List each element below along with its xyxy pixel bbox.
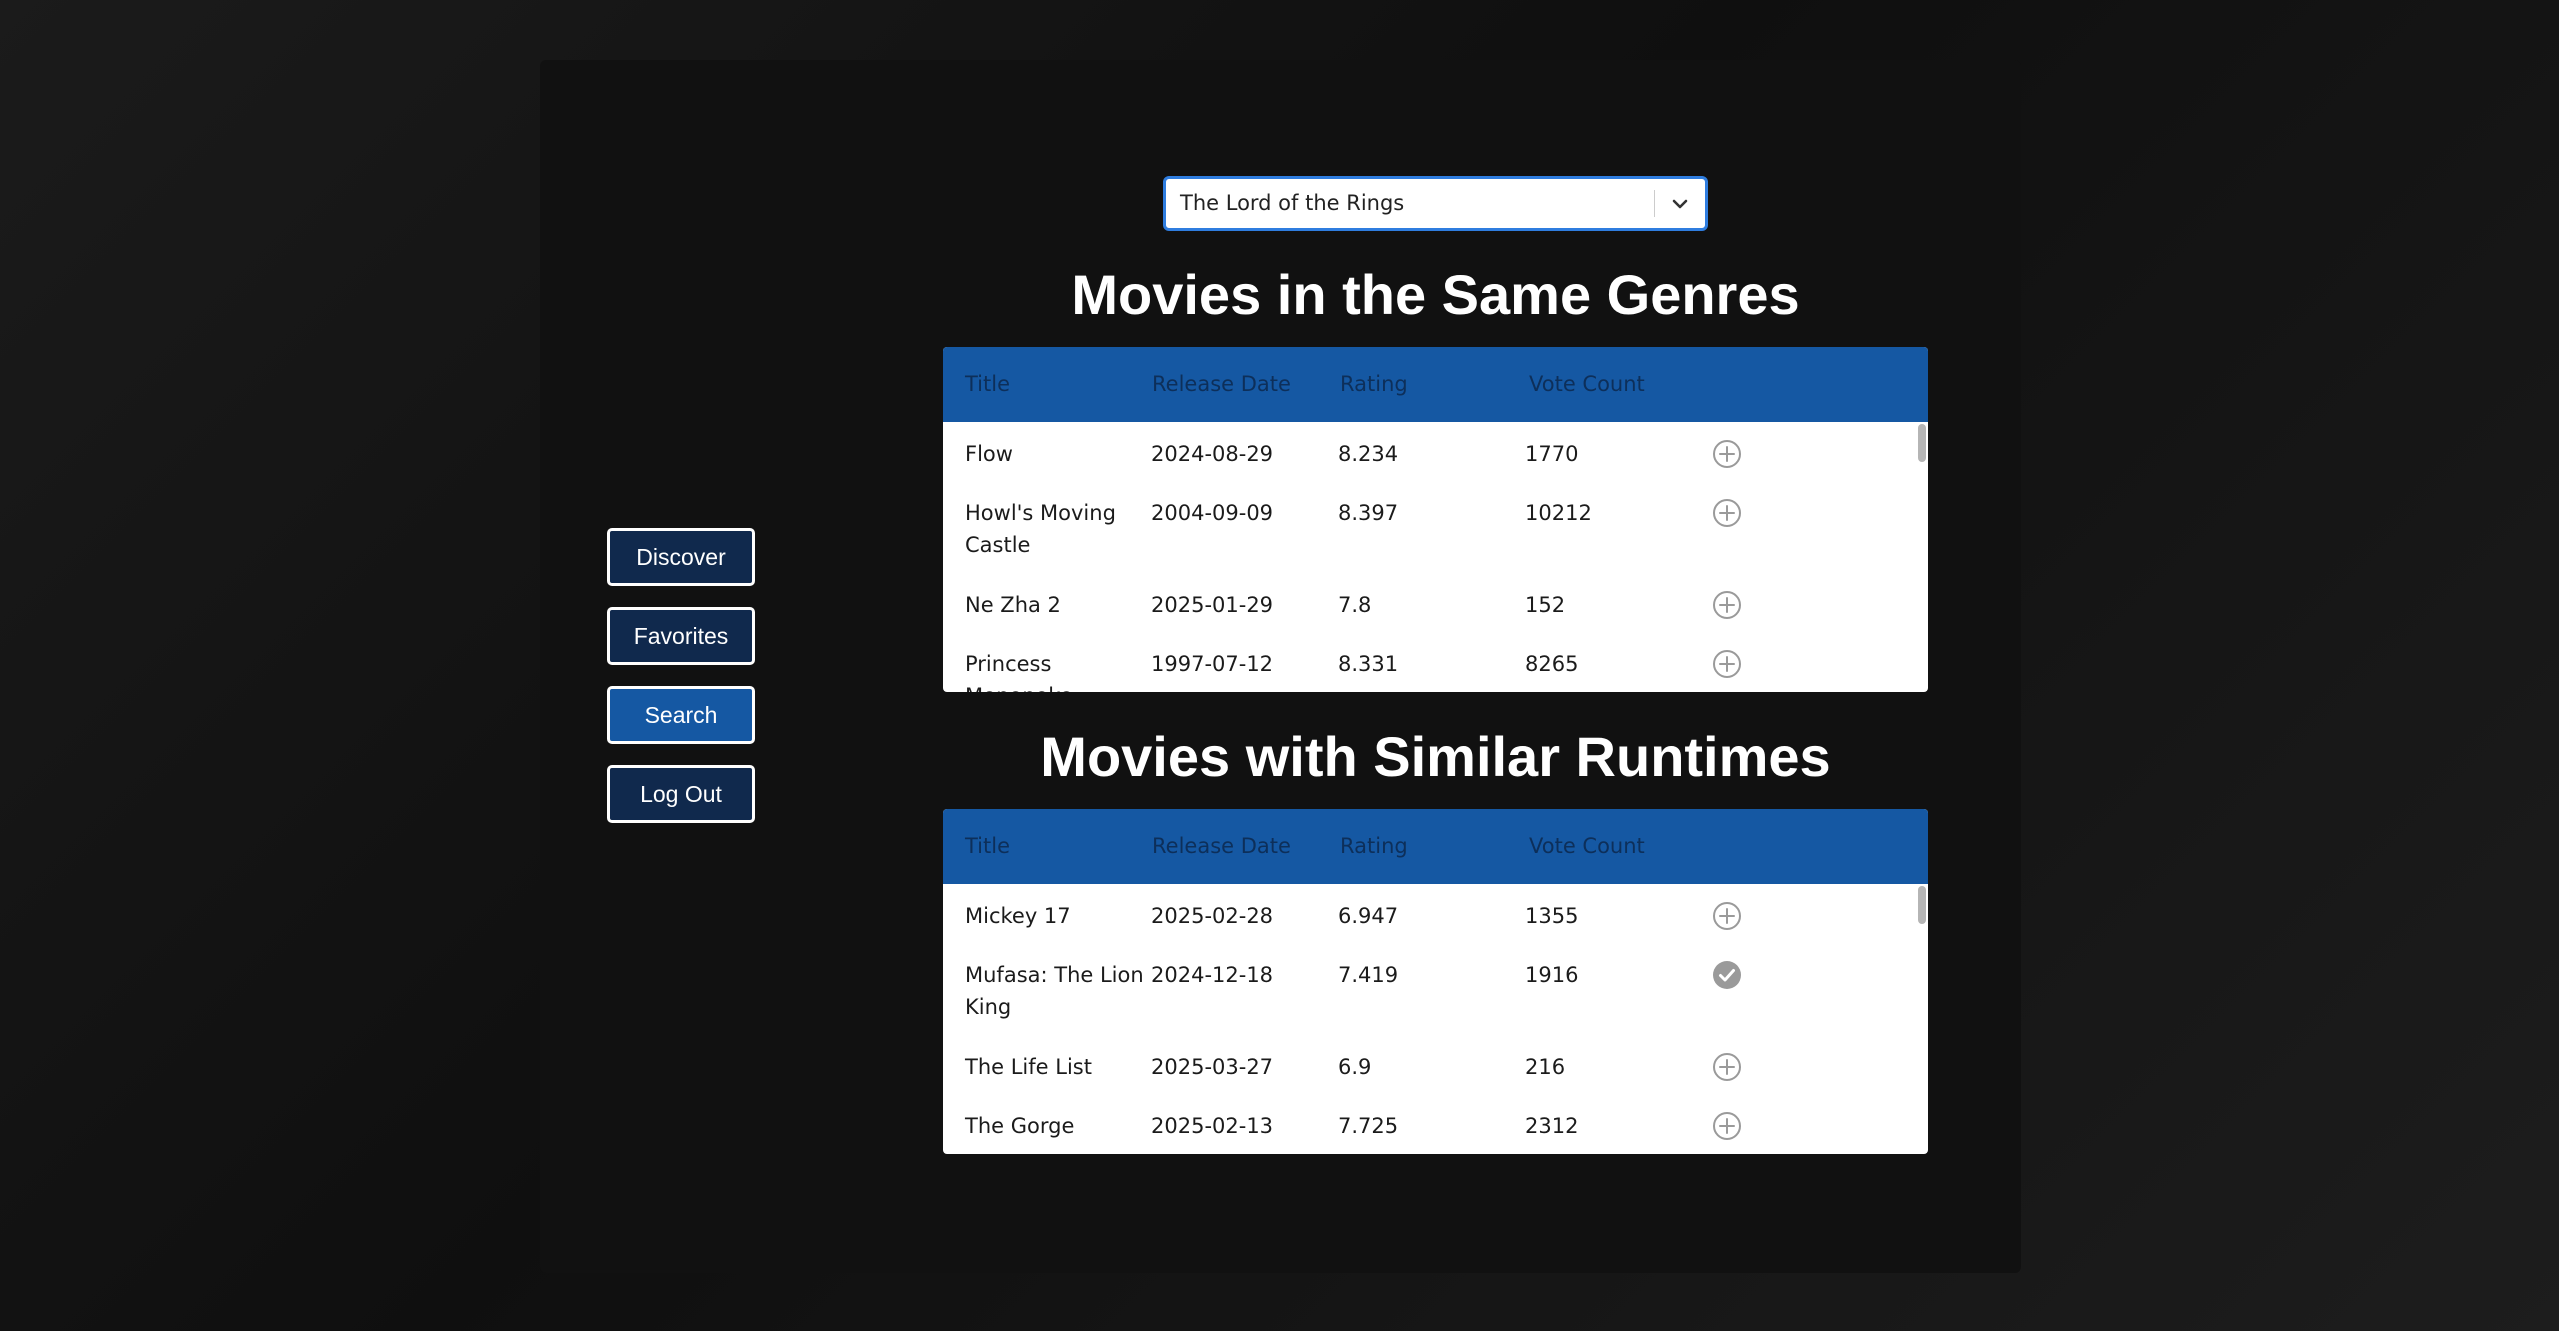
cell-release-date: 2025-03-27 [1151, 1055, 1274, 1079]
column-title[interactable]: Title [965, 809, 1010, 884]
cell-vote-count: 10212 [1525, 501, 1592, 525]
column-vote-count[interactable]: Vote Count [1529, 347, 1645, 422]
cell-vote-count: 216 [1525, 1055, 1566, 1079]
add-icon[interactable] [1712, 439, 1742, 469]
table-header: Title Release Date Rating Vote Count [943, 809, 1928, 884]
discover-button[interactable]: Discover [607, 528, 755, 586]
column-title[interactable]: Title [965, 347, 1010, 422]
cell-release-date: 2025-02-28 [1151, 904, 1274, 928]
cell-title: Mufasa: The Lion King [965, 963, 1144, 1019]
scrollbar-thumb[interactable] [1918, 424, 1926, 462]
cell-title: Ne Zha 2 [965, 593, 1061, 617]
movie-select[interactable]: The Lord of the Rings [1164, 177, 1707, 230]
similar-runtimes-heading: Movies with Similar Runtimes [1040, 725, 1831, 788]
column-release-date[interactable]: Release Date [1152, 347, 1291, 422]
table-header: Title Release Date Rating Vote Count [943, 347, 1928, 422]
column-rating[interactable]: Rating [1340, 347, 1408, 422]
logout-button[interactable]: Log Out [607, 765, 755, 823]
select-separator [1654, 190, 1655, 217]
column-vote-count[interactable]: Vote Count [1529, 809, 1645, 884]
table-body[interactable]: Flow 2024-08-29 8.234 1770 Howl's Moving Cas… [943, 422, 1928, 692]
cell-vote-count: 152 [1525, 593, 1566, 617]
add-icon[interactable] [1712, 1052, 1742, 1082]
similar-runtimes-table: Title Release Date Rating Vote Count Mic… [943, 809, 1928, 1154]
cell-release-date: 2004-09-09 [1151, 501, 1274, 525]
add-icon[interactable] [1712, 498, 1742, 528]
column-rating[interactable]: Rating [1340, 809, 1408, 884]
cell-rating: 8.397 [1338, 501, 1399, 525]
same-genres-heading: Movies in the Same Genres [1071, 263, 1800, 326]
chevron-down-icon[interactable] [1665, 189, 1695, 219]
cell-release-date: 2024-08-29 [1151, 442, 1274, 466]
cell-release-date: 2025-01-29 [1151, 593, 1274, 617]
cell-rating: 7.419 [1338, 963, 1399, 987]
cell-title: Flow [965, 442, 1013, 466]
cell-vote-count: 8265 [1525, 652, 1579, 676]
favorites-button[interactable]: Favorites [607, 607, 755, 665]
add-icon[interactable] [1712, 901, 1742, 931]
search-button[interactable]: Search [607, 686, 755, 744]
cell-title: Howl's Moving Castle [965, 501, 1116, 557]
scrollbar-thumb[interactable] [1918, 886, 1926, 924]
add-icon[interactable] [1712, 1111, 1742, 1141]
cell-rating: 7.8 [1338, 593, 1372, 617]
cell-vote-count: 1770 [1525, 442, 1579, 466]
cell-rating: 8.331 [1338, 652, 1399, 676]
cell-vote-count: 2312 [1525, 1114, 1579, 1138]
same-genres-table: Title Release Date Rating Vote Count Flo… [943, 347, 1928, 692]
table-body[interactable]: Mickey 17 2025-02-28 6.947 1355 Mufasa: The … [943, 884, 1928, 1154]
sidebar-nav: Discover Favorites Search Log Out [607, 528, 755, 844]
cell-rating: 6.947 [1338, 904, 1399, 928]
cell-release-date: 1997-07-12 [1151, 652, 1274, 676]
cell-vote-count: 1355 [1525, 904, 1579, 928]
cell-release-date: 2024-12-18 [1151, 963, 1274, 987]
add-icon[interactable] [1712, 590, 1742, 620]
cell-title: The Life List [965, 1055, 1092, 1079]
add-icon[interactable] [1712, 649, 1742, 679]
cell-title: Princess Mononoke [965, 652, 1073, 692]
cell-rating: 7.725 [1338, 1114, 1399, 1138]
column-release-date[interactable]: Release Date [1152, 809, 1291, 884]
check-icon[interactable] [1712, 960, 1742, 990]
movie-select-value: The Lord of the Rings [1180, 191, 1405, 215]
cell-title: Mickey 17 [965, 904, 1071, 928]
cell-rating: 6.9 [1338, 1055, 1372, 1079]
cell-vote-count: 1916 [1525, 963, 1579, 987]
cell-release-date: 2025-02-13 [1151, 1114, 1274, 1138]
cell-title: The Gorge [965, 1114, 1075, 1138]
cell-rating: 8.234 [1338, 442, 1399, 466]
